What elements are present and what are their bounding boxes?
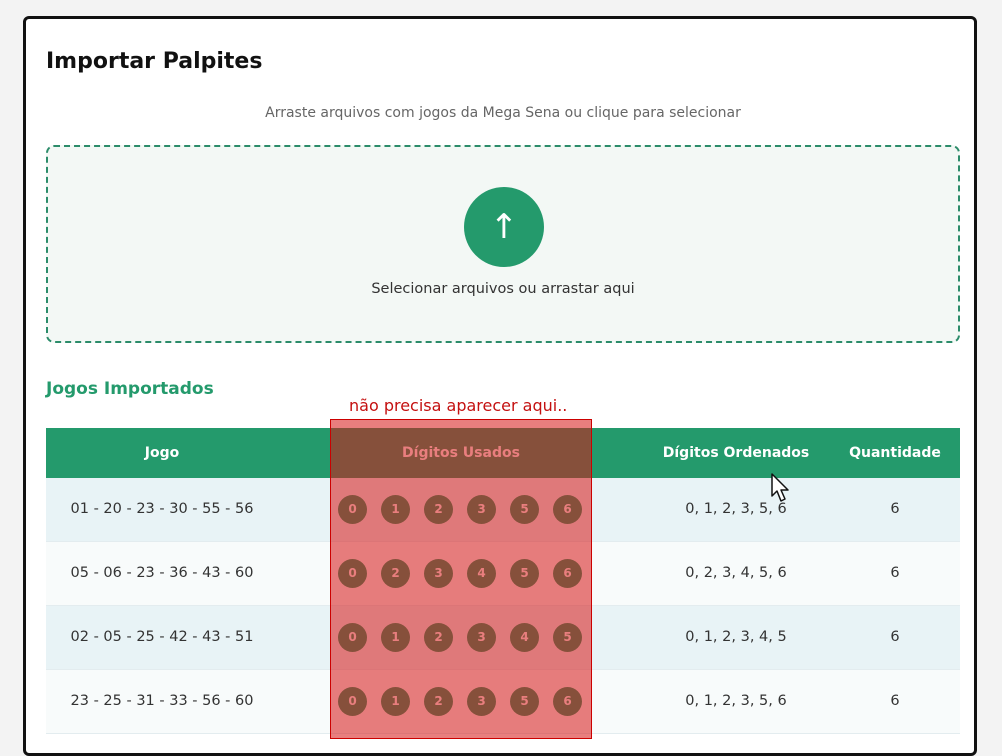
cell-digitos-ordenados: 0, 1, 2, 3, 5, 6 bbox=[685, 501, 787, 517]
digit-ball: 3 bbox=[467, 495, 496, 524]
imported-games-table: Jogo Dígitos Usados Dígitos Ordenados Qu… bbox=[46, 428, 960, 734]
table-row: 23 - 25 - 31 - 33 - 56 - 60 0 1 2 3 5 6 0, 1, 2… bbox=[46, 670, 960, 734]
cell-jogo: 02 - 05 - 25 - 42 - 43 - 51 bbox=[70, 629, 254, 645]
cell-jogo: 05 - 06 - 23 - 36 - 43 - 60 bbox=[70, 565, 254, 581]
cell-digitos-usados: 012356 bbox=[332, 687, 594, 717]
header-jogo: Jogo bbox=[144, 445, 180, 461]
table-row: 01 - 20 - 23 - 30 - 55 - 56 0 1 2 3 5 6 0, 1, 2… bbox=[46, 478, 960, 542]
header-digitos-usados: Dígitos Usados bbox=[402, 445, 520, 461]
cell-digitos-ordenados: 0, 2, 3, 4, 5, 6 bbox=[685, 565, 787, 581]
cell-jogo: 01 - 20 - 23 - 30 - 55 - 56 bbox=[70, 501, 254, 517]
cell-quantidade: 6 bbox=[890, 565, 900, 581]
digit-ball: 1 bbox=[381, 687, 410, 716]
digit-ball: 6 bbox=[553, 687, 582, 716]
digit-ball: 1 bbox=[381, 623, 410, 652]
cell-digitos-ordenados: 0, 1, 2, 3, 4, 5 bbox=[685, 629, 787, 645]
header-digitos-ordenados: Dígitos Ordenados bbox=[662, 445, 810, 461]
digit-ball: 2 bbox=[424, 495, 453, 524]
upload-arrow-icon: ↑ bbox=[489, 207, 519, 247]
cell-digitos-usados: 012356 bbox=[332, 495, 594, 525]
digit-ball: 5 bbox=[510, 687, 539, 716]
header-quantidade: Quantidade bbox=[849, 445, 941, 461]
cell-digitos-ordenados: 0, 1, 2, 3, 5, 6 bbox=[685, 693, 787, 709]
digit-ball: 2 bbox=[424, 687, 453, 716]
upload-button[interactable]: ↑ bbox=[464, 187, 544, 267]
cell-quantidade: 6 bbox=[890, 629, 900, 645]
digit-ball: 4 bbox=[467, 559, 496, 588]
digit-ball: 2 bbox=[381, 559, 410, 588]
cell-quantidade: 6 bbox=[890, 501, 900, 517]
digit-ball: 3 bbox=[424, 559, 453, 588]
file-dropzone[interactable]: ↑ Selecionar arquivos ou arrastar aqui bbox=[46, 145, 960, 343]
digit-ball: 5 bbox=[510, 495, 539, 524]
digit-ball: 0 bbox=[338, 495, 367, 524]
cell-digitos-usados: 023456 bbox=[332, 559, 594, 589]
mouse-cursor-icon bbox=[771, 473, 789, 502]
digit-ball: 4 bbox=[510, 623, 539, 652]
digit-ball: 3 bbox=[467, 687, 496, 716]
digit-ball: 5 bbox=[510, 559, 539, 588]
digit-ball: 6 bbox=[553, 495, 582, 524]
page-subtitle: Arraste arquivos com jogos da Mega Sena … bbox=[265, 105, 741, 121]
digit-ball: 1 bbox=[381, 495, 410, 524]
dropzone-label: Selecionar arquivos ou arrastar aqui bbox=[371, 281, 635, 297]
digit-ball: 0 bbox=[338, 687, 367, 716]
digit-ball: 0 bbox=[338, 559, 367, 588]
digit-ball: 3 bbox=[467, 623, 496, 652]
digit-ball: 0 bbox=[338, 623, 367, 652]
cell-quantidade: 6 bbox=[890, 693, 900, 709]
cell-digitos-usados: 012345 bbox=[332, 623, 594, 653]
table-header: Jogo Dígitos Usados Dígitos Ordenados Qu… bbox=[46, 428, 960, 478]
table-row: 02 - 05 - 25 - 42 - 43 - 51 0 1 2 3 4 5 0, 1, 2… bbox=[46, 606, 960, 670]
digit-ball: 2 bbox=[424, 623, 453, 652]
annotation-note: não precisa aparecer aqui.. bbox=[349, 396, 568, 415]
section-title: Jogos Importados bbox=[46, 379, 214, 399]
page-title: Importar Palpites bbox=[46, 49, 263, 74]
digit-ball: 6 bbox=[553, 559, 582, 588]
table-body: 01 - 20 - 23 - 30 - 55 - 56 0 1 2 3 5 6 0, 1, 2… bbox=[46, 478, 960, 734]
import-card: Importar Palpites Arraste arquivos com j… bbox=[23, 16, 977, 756]
cell-jogo: 23 - 25 - 31 - 33 - 56 - 60 bbox=[70, 693, 254, 709]
table-row: 05 - 06 - 23 - 36 - 43 - 60 0 2 3 4 5 6 0, 2, 3… bbox=[46, 542, 960, 606]
digit-ball: 5 bbox=[553, 623, 582, 652]
